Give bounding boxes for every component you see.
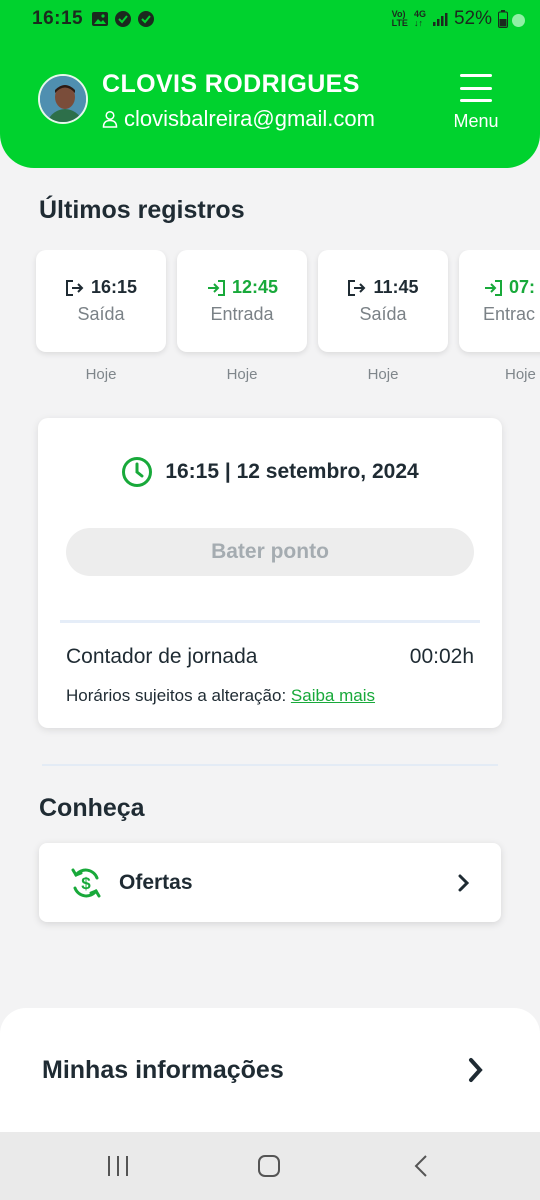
home-icon[interactable] [257, 1154, 281, 1178]
record-card[interactable]: 16:15 Saída [36, 250, 166, 352]
avatar-photo [40, 76, 86, 122]
record-time: 11:45 [373, 277, 419, 297]
record-item[interactable]: 16:15 Saída Hoje [36, 250, 166, 383]
record-item[interactable]: 12:45 Entrada Hoje [177, 250, 307, 383]
my-info-label: Minhas informações [42, 1056, 284, 1084]
record-time: 07: [509, 277, 536, 297]
offers-label: Ofertas [119, 870, 193, 894]
menu-label: Menu [453, 111, 499, 131]
network-4g-indicator: 4G ↓↑ [413, 9, 426, 28]
divider [42, 764, 498, 766]
discover-title: Conheça [39, 794, 145, 822]
exit-icon [65, 279, 84, 296]
recent-apps-icon[interactable] [106, 1154, 130, 1178]
user-name: CLOVIS RODRIGUES [102, 70, 360, 98]
status-time: 16:15 [32, 8, 84, 29]
schedule-note: Horários sujeitos a alteração: Saiba mai… [66, 686, 375, 706]
record-item[interactable]: 07: Entrac Hoje [459, 250, 540, 383]
system-indicators: Vo) LTE 4G ↓↑ 52% [392, 8, 508, 30]
work-counter-label: Contador de jornada [66, 645, 258, 668]
svg-text:$: $ [81, 874, 91, 893]
record-type: Entrac [483, 304, 536, 324]
clock-icon [122, 457, 153, 487]
records-list[interactable]: 16:15 Saída Hoje 12:45 Entrada Hoje 11:4… [0, 250, 540, 390]
user-email-row: clovisbalreira@gmail.com [102, 106, 375, 132]
record-day: Hoje [505, 366, 536, 383]
work-counter-value: 00:02h [409, 645, 474, 668]
notification-icons [91, 10, 155, 28]
notification-dot [512, 14, 525, 27]
system-nav-bar [0, 1132, 540, 1200]
current-datetime-row: 16:15 | 12 setembro, 2024 [38, 456, 502, 488]
chevron-right-icon[interactable] [466, 1056, 486, 1084]
record-time: 12:45 [231, 277, 279, 297]
record-type: Saída [359, 304, 407, 324]
record-type: Saída [77, 304, 125, 324]
signal-icon [432, 13, 448, 26]
my-info-panel[interactable]: Minhas informações [0, 1008, 540, 1148]
punch-clock-button[interactable]: Bater ponto [66, 528, 474, 576]
dollar-refresh-icon: $ [71, 868, 101, 897]
status-bar: 16:15 Vo) LTE 4G ↓↑ 52% [0, 0, 540, 38]
avatar[interactable] [38, 74, 88, 124]
battery-icon [498, 10, 508, 28]
record-card[interactable]: 07: Entrac [459, 250, 540, 352]
check-circle-icon [138, 11, 155, 27]
record-type: Entrada [210, 304, 274, 324]
record-card[interactable]: 11:45 Saída [318, 250, 448, 352]
current-datetime: 16:15 | 12 setembro, 2024 [165, 460, 419, 483]
records-title: Últimos registros [39, 196, 245, 224]
user-icon [102, 110, 118, 128]
record-day: Hoje [226, 366, 258, 383]
menu-button[interactable]: Menu [444, 74, 508, 136]
exit-icon [348, 279, 366, 296]
record-item[interactable]: 11:45 Saída Hoje [318, 250, 448, 383]
back-icon[interactable] [410, 1154, 434, 1178]
schedule-note-text: Horários sujeitos a alteração: [66, 686, 287, 705]
hamburger-icon [460, 74, 492, 102]
record-time: 16:15 [90, 277, 138, 297]
clock-card: 16:15 | 12 setembro, 2024 Bater ponto Co… [38, 418, 502, 728]
record-day: Hoje [367, 366, 399, 383]
offers-button[interactable]: $ Ofertas [39, 843, 501, 922]
record-card[interactable]: 12:45 Entrada [177, 250, 307, 352]
entry-icon [207, 279, 225, 296]
divider [60, 620, 480, 623]
battery-percent: 52% [453, 8, 492, 29]
profile-header: CLOVIS RODRIGUES clovisbalreira@gmail.co… [0, 38, 540, 168]
user-email: clovisbalreira@gmail.com [124, 106, 375, 131]
volte-indicator: Vo) LTE [391, 9, 408, 28]
check-circle-icon [115, 11, 132, 27]
learn-more-link[interactable]: Saiba mais [291, 686, 375, 705]
gallery-icon [92, 12, 109, 26]
chevron-right-icon [458, 874, 470, 891]
record-day: Hoje [85, 366, 117, 383]
entry-icon [485, 279, 502, 296]
